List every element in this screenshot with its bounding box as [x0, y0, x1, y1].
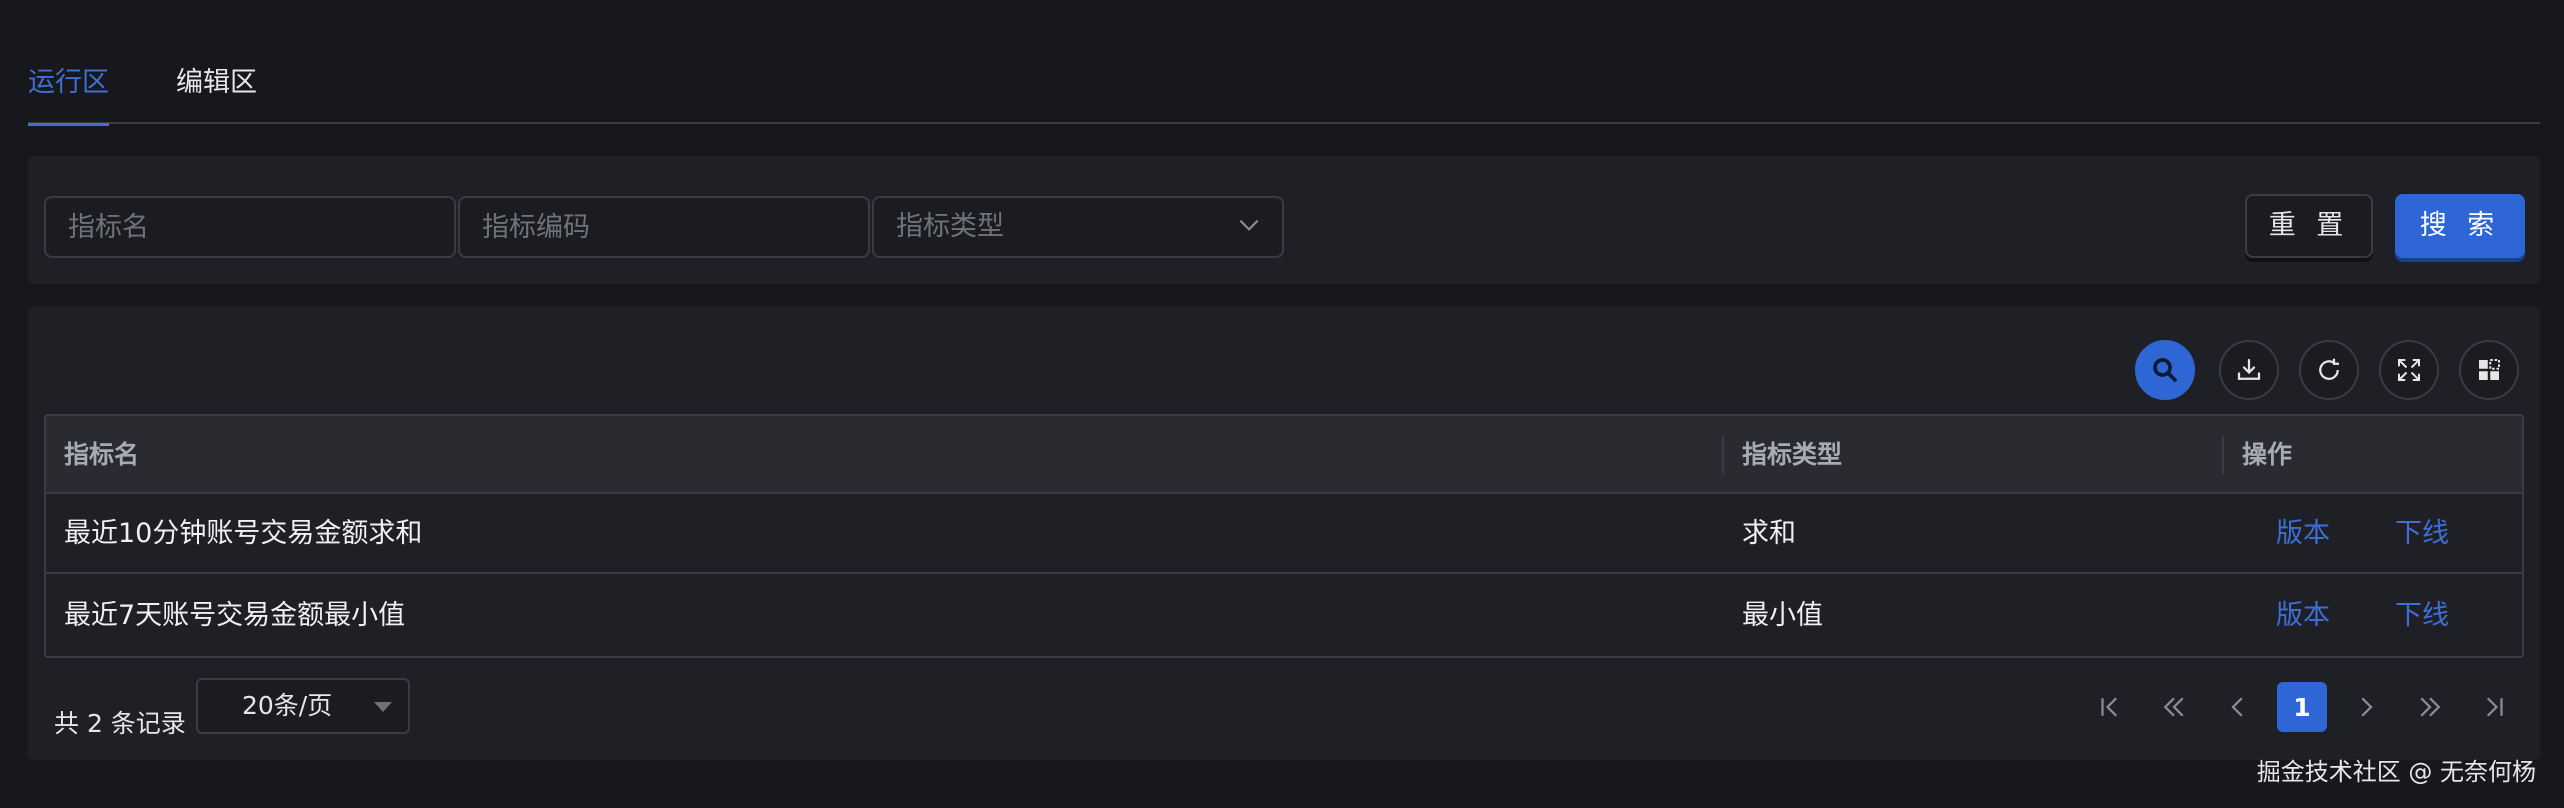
offline-link[interactable]: 下线 — [2395, 576, 2449, 656]
toolbar-fullscreen-button[interactable] — [2379, 340, 2439, 400]
column-header-name: 指标名 — [64, 440, 140, 469]
metric-code-input[interactable] — [458, 196, 870, 258]
cell-metric-type: 最小值 — [1742, 600, 1823, 631]
table-panel: 指标名 指标类型 操作 最近10分钟账号交易金额求和 求和 版本 下线 最近7天… — [28, 306, 2540, 760]
table-row: 最近10分钟账号交易金额求和 求和 版本 下线 — [46, 494, 2522, 574]
metrics-table: 指标名 指标类型 操作 最近10分钟账号交易金额求和 求和 版本 下线 最近7天… — [44, 414, 2524, 658]
tab-editing[interactable]: 编辑区 — [176, 58, 257, 124]
prev-page-button[interactable] — [2213, 682, 2263, 732]
page-size-select[interactable]: 20条/页 — [196, 678, 410, 734]
column-divider — [1722, 436, 1724, 474]
metric-type-placeholder: 指标类型 — [896, 211, 1004, 242]
column-header-type: 指标类型 — [1742, 440, 1843, 469]
cell-metric-name: 最近7天账号交易金额最小值 — [64, 600, 406, 631]
watermark: 掘金技术社区 @ 无奈何杨 — [2256, 758, 2536, 786]
version-link[interactable]: 版本 — [2276, 576, 2330, 656]
refresh-icon — [2319, 358, 2339, 380]
column-header-actions: 操作 — [2242, 440, 2293, 469]
last-page-icon — [2486, 697, 2503, 717]
search-icon — [2153, 358, 2177, 382]
page: 运行区 编辑区 指标类型 重 置 搜 索 — [0, 0, 2564, 808]
toolbar-refresh-button[interactable] — [2299, 340, 2359, 400]
search-panel: 指标类型 重 置 搜 索 — [28, 156, 2540, 284]
tab-bar: 运行区 编辑区 — [28, 44, 2540, 126]
tab-running[interactable]: 运行区 — [28, 58, 109, 126]
reset-button[interactable]: 重 置 — [2245, 194, 2373, 258]
prev-group-button[interactable] — [2149, 682, 2199, 732]
toolbar-download-button[interactable] — [2219, 340, 2279, 400]
first-page-button[interactable] — [2085, 682, 2135, 732]
column-divider — [2222, 436, 2224, 474]
chevron-right-icon — [2361, 697, 2373, 717]
metric-type-select[interactable]: 指标类型 — [872, 196, 1284, 258]
cell-metric-type: 求和 — [1742, 518, 1796, 549]
page-number-button[interactable]: 1 — [2277, 682, 2327, 732]
column-settings-icon — [2479, 359, 2500, 380]
first-page-icon — [2101, 697, 2118, 717]
download-icon — [2237, 358, 2261, 380]
chevron-left-icon — [2231, 697, 2243, 717]
total-records: 共 2 条记录 — [54, 709, 186, 738]
next-page-button[interactable] — [2341, 682, 2391, 732]
double-chevron-right-icon — [2420, 697, 2441, 717]
table-row: 最近7天账号交易金额最小值 最小值 版本 下线 — [46, 576, 2522, 656]
search-button[interactable]: 搜 索 — [2395, 194, 2525, 258]
toolbar-search-button[interactable] — [2135, 340, 2195, 400]
cell-metric-name: 最近10分钟账号交易金额求和 — [64, 518, 423, 549]
metric-name-input[interactable] — [44, 196, 456, 258]
toolbar-column-settings-button[interactable] — [2459, 340, 2519, 400]
chevron-down-icon — [1239, 219, 1259, 231]
double-chevron-left-icon — [2163, 697, 2184, 717]
next-group-button[interactable] — [2405, 682, 2455, 732]
last-page-button[interactable] — [2469, 682, 2519, 732]
table-header: 指标名 指标类型 操作 — [46, 416, 2522, 494]
version-link[interactable]: 版本 — [2276, 494, 2330, 574]
fullscreen-icon — [2398, 359, 2420, 381]
caret-down-icon — [374, 702, 392, 712]
page-size-value: 20条/页 — [242, 691, 333, 720]
offline-link[interactable]: 下线 — [2395, 494, 2449, 574]
